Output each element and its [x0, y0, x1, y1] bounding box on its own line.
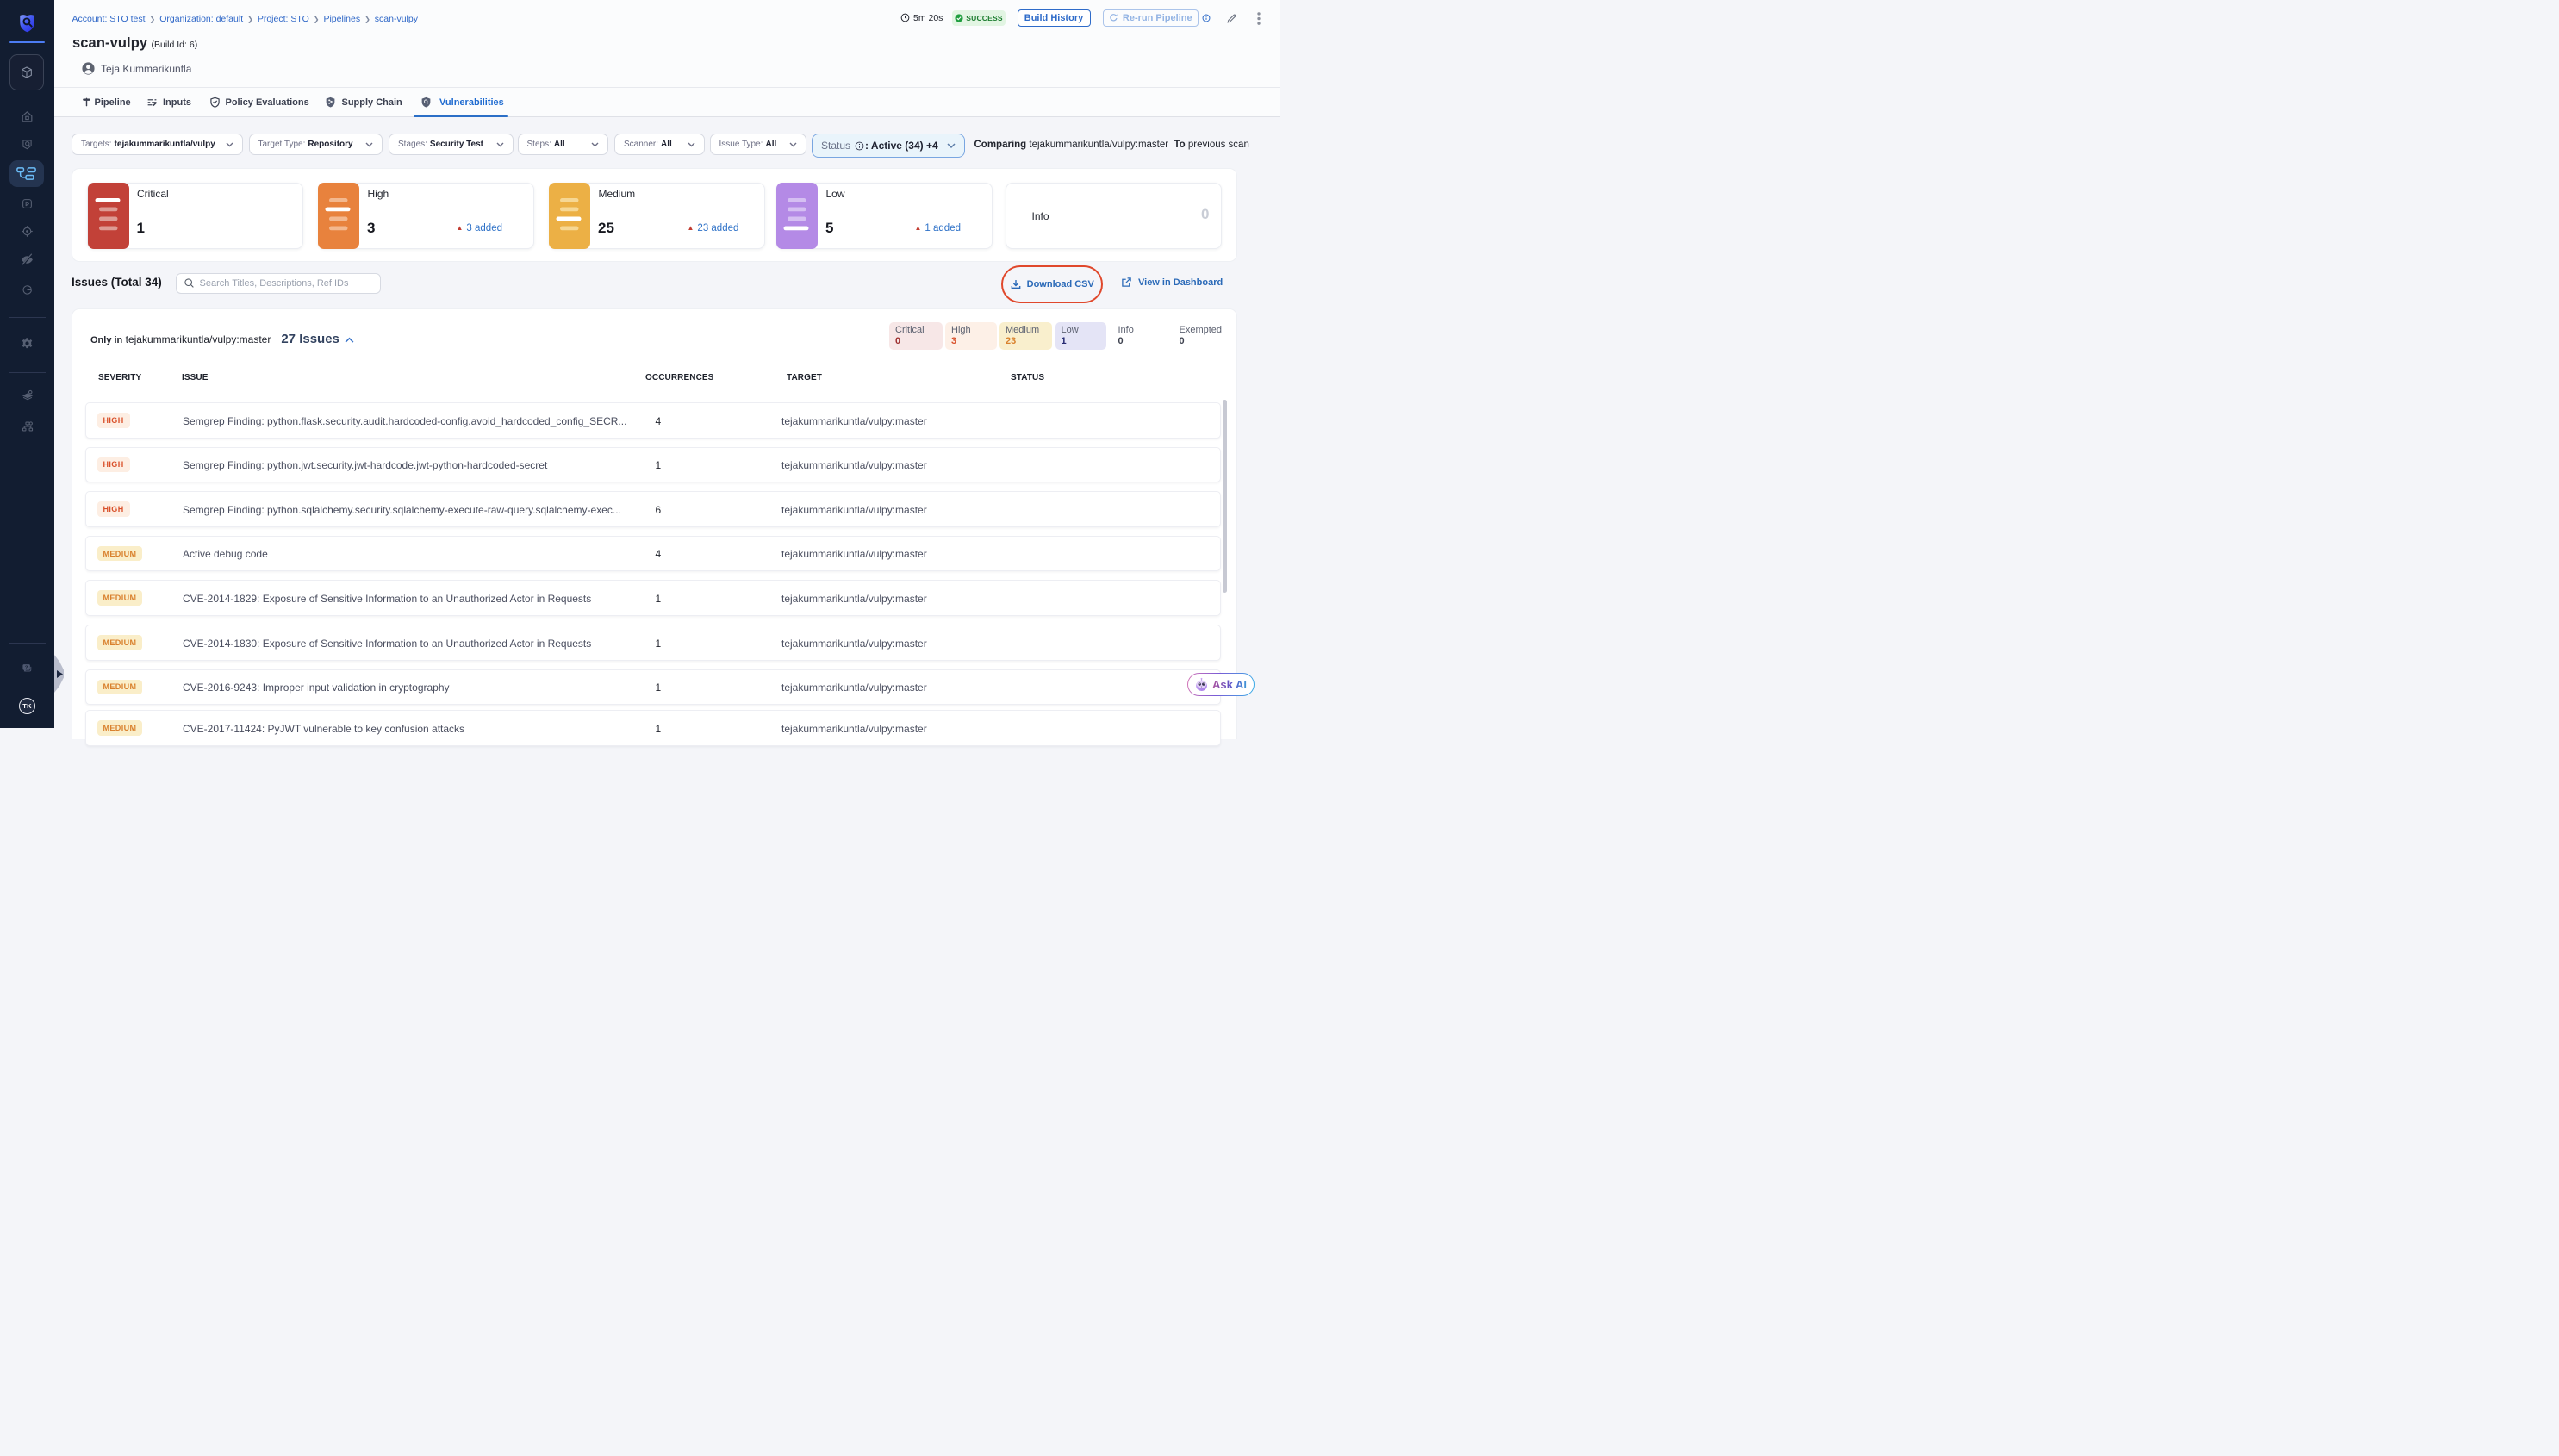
svg-text:?: ?	[25, 665, 28, 670]
